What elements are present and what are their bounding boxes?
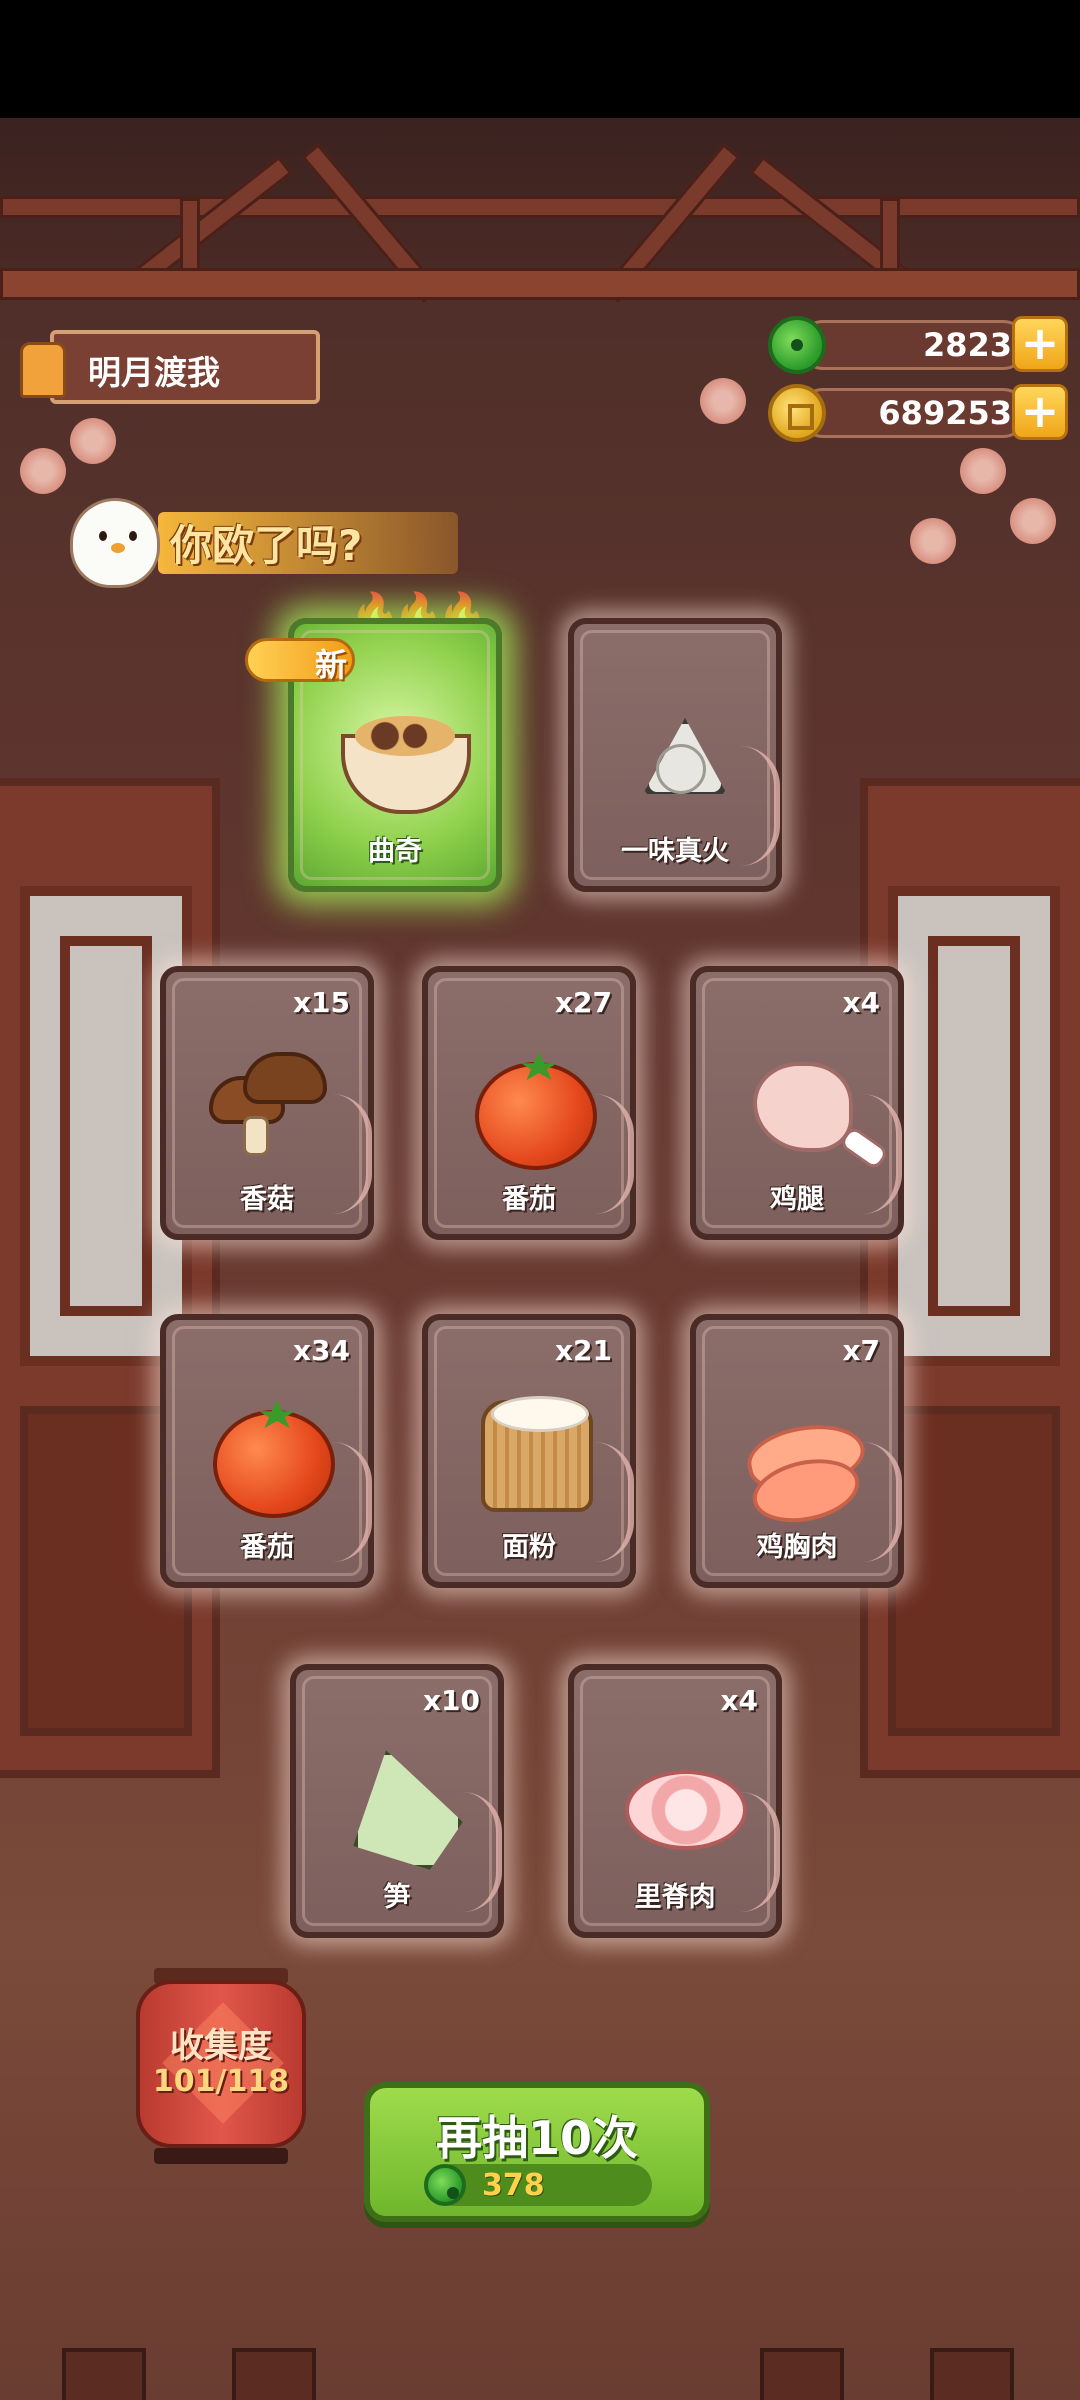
bamboo-shoot-icon (333, 1740, 473, 1870)
new-badge-label: 新 (315, 646, 348, 684)
mushroom-icon (203, 1042, 343, 1172)
blossom-decoration (1010, 498, 1056, 544)
player-nameplate[interactable]: 明月渡我 (10, 330, 320, 404)
coin-amount: 689253 (878, 394, 1012, 432)
draw-again-label: 再抽10次 (435, 2111, 638, 2165)
card-label: 鸡腿 (770, 1184, 824, 1215)
reward-card[interactable]: x4 里脊肉 (568, 1664, 782, 1938)
card-count: x21 (554, 1334, 612, 1367)
reward-card[interactable]: 一味真火 (568, 618, 782, 892)
reward-card[interactable]: x34 番茄 (160, 1314, 374, 1588)
tomato-icon (203, 1390, 343, 1520)
blossom-decoration (70, 418, 116, 464)
reward-card[interactable]: x4 鸡腿 (690, 966, 904, 1240)
rice-ball-icon (611, 694, 751, 824)
card-count: x27 (554, 986, 612, 1019)
blossom-decoration (910, 518, 956, 564)
reward-card[interactable]: x7 鸡胸肉 (690, 1314, 904, 1588)
card-count: x10 (422, 1684, 480, 1717)
coin-currency: 689253 + (768, 384, 1068, 442)
card-label: 一味真火 (621, 836, 729, 867)
draw-again-button[interactable]: 再抽10次 378 (364, 2082, 710, 2222)
add-coin-button[interactable]: + (1012, 384, 1068, 440)
jade-currency: 2823 + (768, 316, 1068, 374)
add-jade-button[interactable]: + (1012, 316, 1068, 372)
blossom-decoration (20, 448, 66, 494)
card-count: x15 (292, 986, 350, 1019)
reward-card[interactable]: x15 香菇 (160, 966, 374, 1240)
tomato-icon (465, 1042, 605, 1172)
roof-beam (0, 196, 1080, 218)
window-right (860, 778, 1080, 1778)
chick-mascot-icon (70, 498, 160, 588)
blossom-decoration (700, 378, 746, 424)
collection-lantern[interactable]: 收集度 101/118 (136, 1968, 306, 2178)
collection-title: 收集度 (170, 2026, 272, 2066)
chicken-leg-icon (733, 1042, 873, 1172)
card-label: 曲奇 (368, 836, 422, 867)
collection-value: 101/118 (152, 2064, 290, 2099)
draw-cost: 378 (482, 2168, 545, 2203)
card-label: 鸡胸肉 (756, 1532, 838, 1563)
reward-card[interactable]: x21 面粉 (422, 1314, 636, 1588)
card-label: 番茄 (240, 1532, 294, 1563)
card-count: x34 (292, 1334, 350, 1367)
jade-amount: 2823 (922, 326, 1012, 364)
blossom-decoration (960, 448, 1006, 494)
player-avatar-icon (10, 330, 70, 404)
chicken-breast-icon (733, 1390, 873, 1520)
jade-icon (424, 2164, 466, 2206)
card-count: x7 (842, 1334, 880, 1367)
flour-sack-icon (465, 1390, 605, 1520)
card-label: 番茄 (502, 1184, 556, 1215)
card-label: 里脊肉 (634, 1882, 716, 1913)
jade-icon (768, 316, 826, 374)
floor-posts (0, 2348, 1080, 2400)
result-banner: 你欧了吗? (70, 490, 458, 590)
card-label: 香菇 (240, 1184, 294, 1215)
card-count: x4 (842, 986, 880, 1019)
window-left (0, 778, 220, 1778)
player-name: 明月渡我 (88, 353, 220, 392)
new-badge: 新 (245, 632, 375, 688)
card-label: 面粉 (502, 1532, 556, 1563)
banner-text: 你欧了吗? (170, 521, 363, 570)
coin-icon (768, 384, 826, 442)
reward-card[interactable]: x10 笋 (290, 1664, 504, 1938)
reward-card[interactable]: x27 番茄 (422, 966, 636, 1240)
roof-beam (0, 268, 1080, 300)
card-label: 笋 (383, 1882, 411, 1913)
pork-loin-icon (611, 1740, 751, 1870)
card-count: x4 (720, 1684, 758, 1717)
dish-bowl-icon (331, 694, 471, 824)
